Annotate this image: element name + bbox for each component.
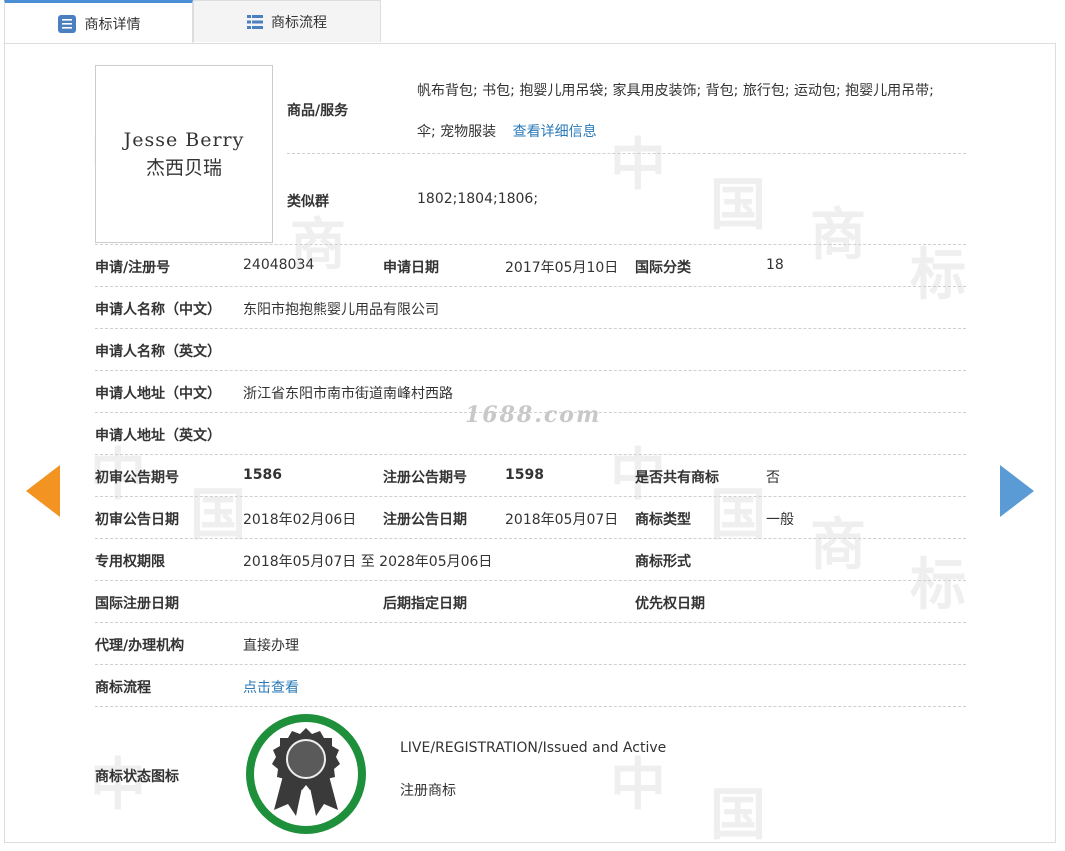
reg-ann-date-value: 2018年05月07日 [505, 512, 619, 528]
intl-reg-date-label: 国际注册日期 [95, 596, 179, 612]
divider [95, 538, 966, 539]
logo-text-cn: 杰西贝瑞 [145, 156, 222, 179]
bulleted-list-icon [247, 14, 263, 30]
excl-period-value: 2018年05月07日 至 2028年05月06日 [243, 554, 493, 570]
reg-no-value: 24048034 [243, 257, 315, 273]
prev-arrow-icon[interactable] [26, 465, 60, 517]
prelim-date-value: 2018年02月06日 [243, 512, 357, 528]
reg-ann-date-label: 注册公告日期 [383, 512, 467, 528]
divider [95, 370, 966, 371]
applicant-cn-label: 申请人名称（中文） [95, 302, 221, 318]
registered-seal-icon [244, 712, 368, 840]
similar-group-value: 1802;1804;1806; [417, 191, 539, 207]
reg-no-label: 申请/注册号 [95, 260, 171, 276]
priority-date-label: 优先权日期 [635, 596, 705, 612]
reg-ann-no-value: 1598 [505, 467, 544, 483]
status-value-cn: 注册商标 [400, 783, 456, 799]
intl-class-value: 18 [766, 257, 784, 273]
tab-label: 商标详情 [84, 16, 141, 33]
logo-text-en: Jesse Berry [123, 128, 245, 151]
shared-label: 是否共有商标 [635, 470, 719, 486]
watermark-site: 1688.com [465, 402, 602, 428]
divider [95, 622, 966, 623]
excl-period-label: 专用权期限 [95, 554, 165, 570]
prelim-date-label: 初审公告日期 [95, 512, 179, 528]
divider [95, 580, 966, 581]
tab-trademark-details[interactable]: 商标详情 [4, 0, 193, 44]
view-process-link[interactable]: 点击查看 [243, 677, 299, 697]
reg-ann-no-label: 注册公告期号 [383, 470, 467, 486]
divider [95, 664, 966, 665]
tm-type-value: 一般 [766, 512, 794, 528]
tab-label: 商标流程 [271, 14, 327, 31]
prelim-no-label: 初审公告期号 [95, 470, 179, 486]
process-label: 商标流程 [95, 680, 151, 696]
divider [287, 153, 966, 154]
next-arrow-icon[interactable] [1000, 465, 1034, 517]
goods-label: 商品/服务 [287, 103, 349, 119]
tm-form-label: 商标形式 [635, 554, 691, 570]
address-cn-value: 浙江省东阳市南市街道南峰村西路 [243, 386, 453, 402]
prelim-no-value: 1586 [243, 467, 282, 483]
app-date-label: 申请日期 [383, 260, 439, 276]
view-details-link[interactable]: 查看详细信息 [513, 124, 597, 140]
address-en-label: 申请人地址（英文） [95, 428, 221, 444]
divider [95, 244, 966, 245]
similar-group-label: 类似群 [287, 194, 329, 210]
tab-trademark-process[interactable]: 商标流程 [193, 0, 381, 42]
trademark-logo-image: Jesse Berry 杰西贝瑞 [95, 65, 273, 243]
app-date-value: 2017年05月10日 [505, 260, 619, 276]
tab-bar: 商标详情 商标流程 [4, 0, 1056, 44]
divider [95, 454, 966, 455]
later-date-label: 后期指定日期 [383, 596, 467, 612]
agent-value: 直接办理 [243, 638, 299, 654]
agent-label: 代理/办理机构 [95, 638, 185, 654]
divider [95, 328, 966, 329]
goods-value-line2: 伞; 宠物服装 查看详细信息 [417, 124, 597, 140]
applicant-en-label: 申请人名称（英文） [95, 344, 221, 360]
status-value-en: LIVE/REGISTRATION/Issued and Active [400, 740, 667, 756]
document-list-icon [57, 14, 77, 34]
address-cn-label: 申请人地址（中文） [95, 386, 221, 402]
shared-value: 否 [766, 470, 780, 486]
applicant-cn-value: 东阳市抱抱熊婴儿用品有限公司 [243, 302, 439, 318]
divider [95, 496, 966, 497]
divider [95, 286, 966, 287]
tm-type-label: 商标类型 [635, 512, 691, 528]
divider [95, 706, 966, 707]
status-label: 商标状态图标 [95, 769, 179, 785]
intl-class-label: 国际分类 [635, 260, 691, 276]
goods-value-line1: 帆布背包; 书包; 抱婴儿用吊袋; 家具用皮装饰; 背包; 旅行包; 运动包; … [417, 83, 934, 99]
